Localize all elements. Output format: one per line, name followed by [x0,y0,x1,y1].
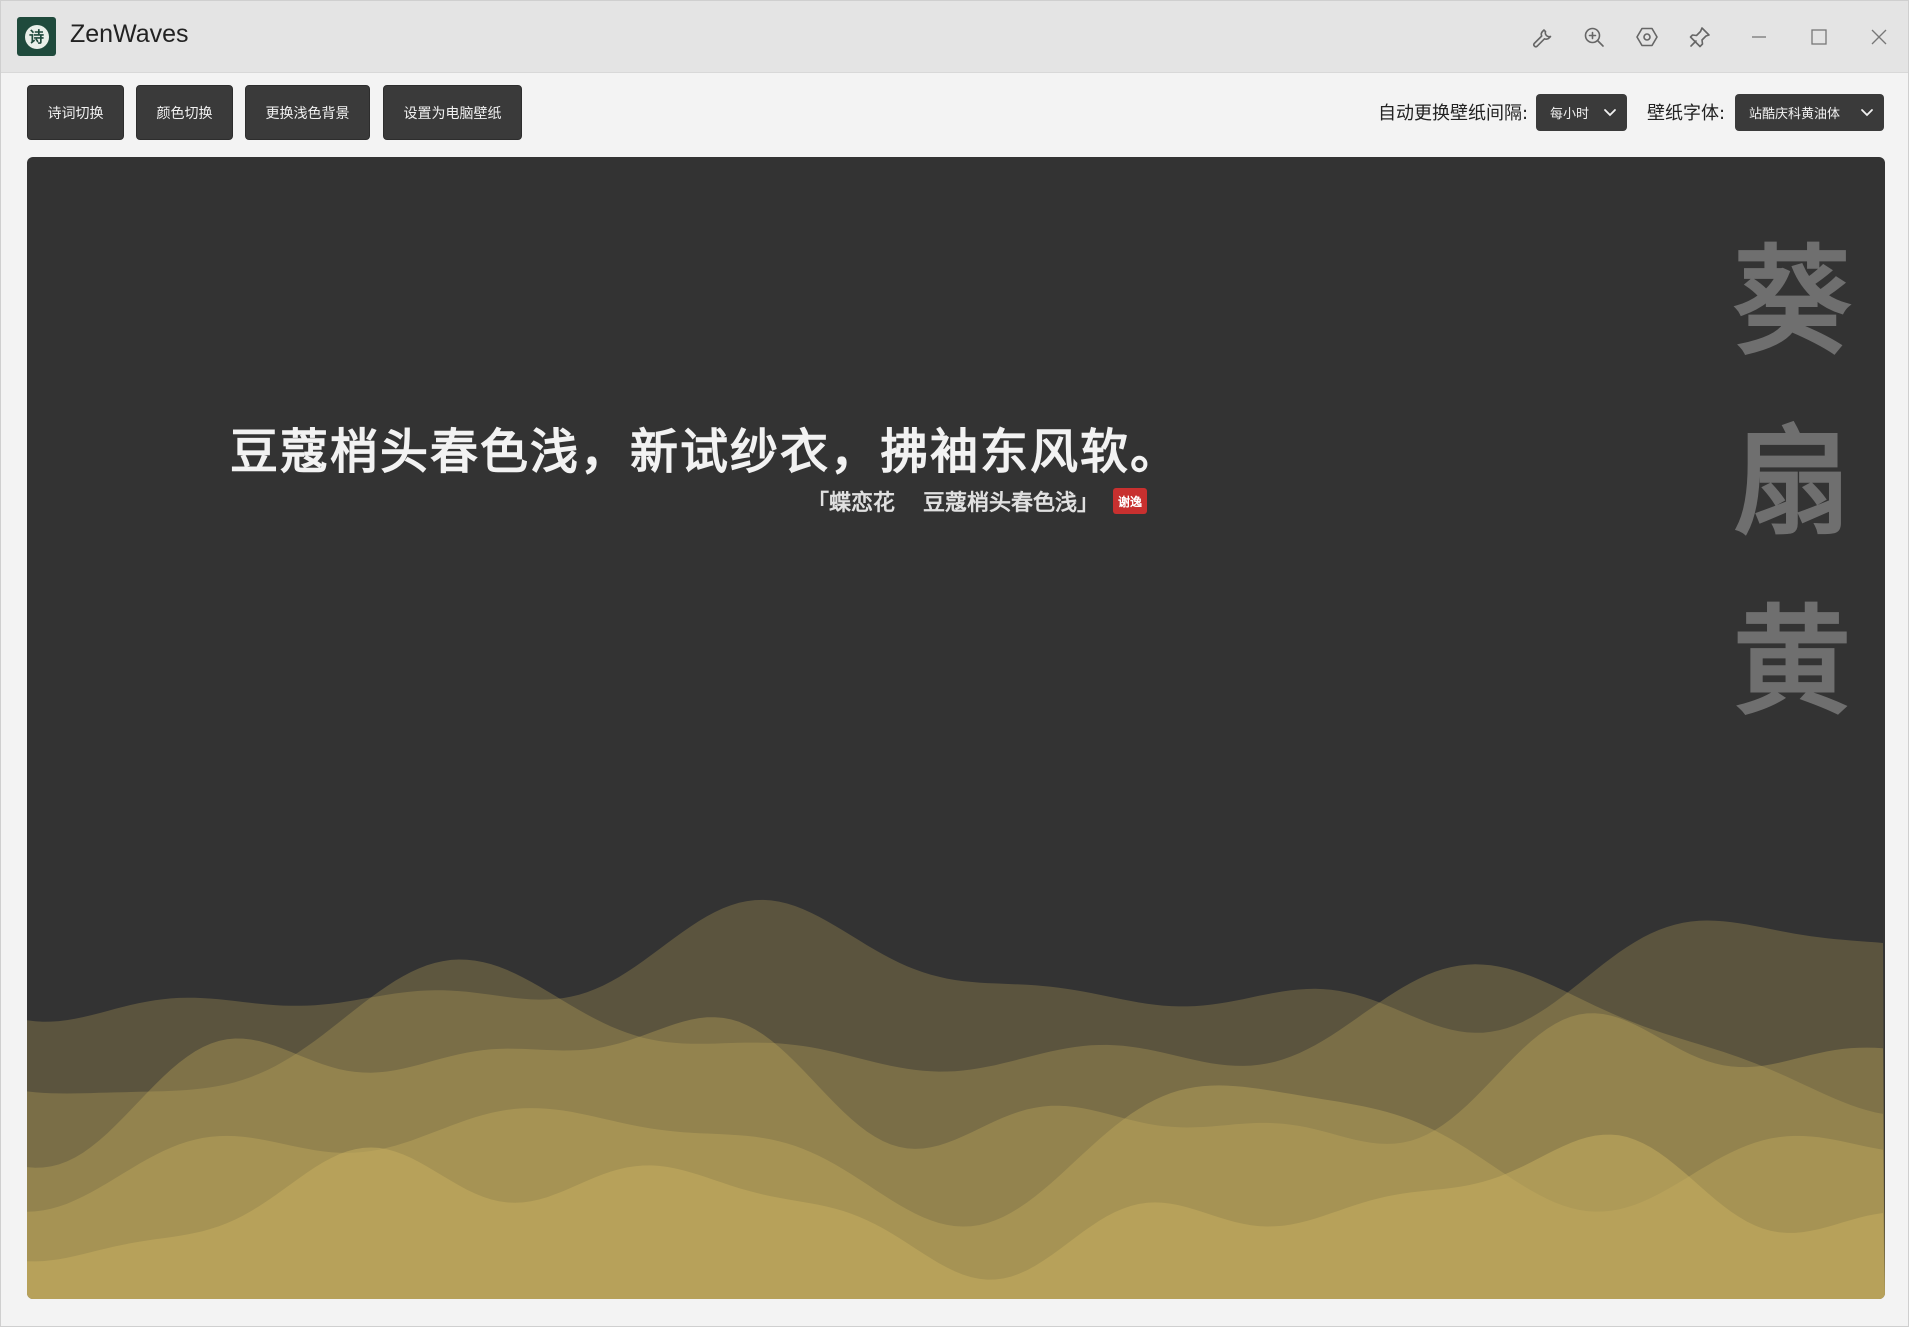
switch-poem-button[interactable]: 诗词切换 [27,85,124,140]
source-open-bracket: 「 [807,491,830,516]
wave-layers [27,899,1885,1299]
font-select-value: 站酷庆科黄油体 [1749,107,1841,122]
source-close-bracket: 」 [1077,491,1100,516]
source-first-line: 豆蔻梢头春色浅 [923,491,1078,516]
source-title: 蝶恋花 [829,491,896,516]
pin-icon[interactable] [1684,21,1716,53]
color-name-char: 扇 [1733,413,1852,551]
poem-source: 「 蝶恋花 豆蔻梢头春色浅 」 谢逸 [807,485,1148,517]
color-name: 葵 扇 黄 [1733,212,1852,752]
font-label: 壁纸字体: [1647,103,1726,124]
wrench-icon[interactable] [1527,21,1559,53]
color-name-char: 黄 [1733,593,1852,731]
app-logo-glyph: 诗 [24,24,49,49]
color-name-char: 葵 [1733,233,1852,371]
interval-select-value: 每小时 [1550,107,1590,122]
interval-select[interactable]: 每小时 [1536,94,1627,131]
settings-hex-icon[interactable] [1631,21,1663,53]
app-title: ZenWaves [70,20,189,48]
font-select[interactable]: 站酷庆科黄油体 [1735,94,1884,131]
wallpaper-preview: 豆蔻梢头春色浅，新试纱衣，拂袖东风软。 「 蝶恋花 豆蔻梢头春色浅 」 谢逸 葵… [27,157,1885,1299]
interval-label: 自动更换壁纸间隔: [1378,103,1529,124]
close-icon[interactable] [1863,21,1895,53]
author-seal: 谢逸 [1113,488,1148,514]
title-bar: 诗 ZenWaves [1,1,1908,73]
zoom-in-icon[interactable] [1578,21,1610,53]
chevron-down-icon [1604,109,1616,117]
light-background-button[interactable]: 更换浅色背景 [245,85,370,140]
app-window: 诗 ZenWaves 诗词切换 颜色切换 更换浅色背景 设置为电脑壁纸 自动更换… [0,0,1909,1327]
chevron-down-icon [1861,109,1873,117]
maximize-icon[interactable] [1803,21,1835,53]
minimize-icon[interactable] [1743,21,1775,53]
app-logo: 诗 [17,17,56,56]
switch-color-button[interactable]: 颜色切换 [136,85,233,140]
set-wallpaper-button[interactable]: 设置为电脑壁纸 [383,85,522,140]
poem-line: 豆蔻梢头春色浅，新试纱衣，拂袖东风软。 [229,424,1180,480]
